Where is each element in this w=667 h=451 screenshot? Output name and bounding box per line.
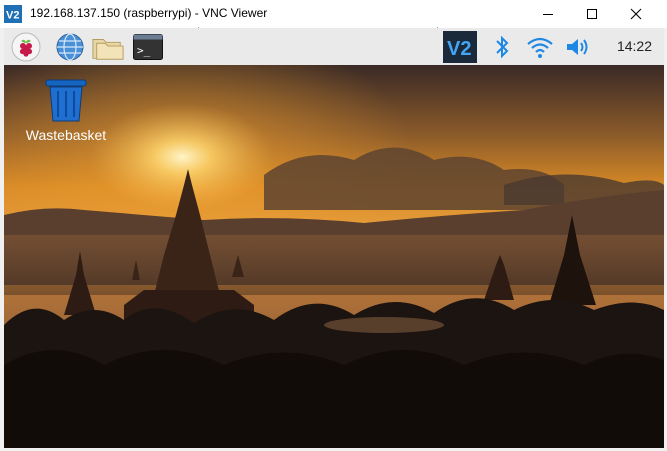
volume-icon[interactable] (562, 31, 594, 63)
window-frame-left (0, 28, 4, 451)
file-manager-icon[interactable] (92, 31, 124, 63)
svg-text:V2: V2 (6, 10, 19, 22)
close-icon (630, 8, 642, 20)
maximize-icon (587, 9, 597, 19)
panel-clock[interactable]: 14:22 (617, 38, 652, 54)
close-button[interactable] (613, 0, 659, 28)
window-title: 192.168.137.150 (raspberrypi) - VNC View… (30, 6, 268, 20)
raspberry-pi-taskbar: >_ V2 14:22 (4, 28, 664, 65)
vnc-viewer-logo-icon: V2 (4, 5, 22, 23)
temple-sunset-wallpaper (4, 65, 664, 448)
desktop[interactable]: Wastebasket (4, 65, 664, 448)
raspberry-menu-icon[interactable] (10, 31, 42, 63)
wastebasket-label: Wastebasket (25, 127, 107, 143)
trash-icon (45, 79, 87, 122)
maximize-button[interactable] (569, 0, 615, 28)
web-browser-icon[interactable] (54, 31, 86, 63)
svg-text:V2: V2 (447, 38, 471, 60)
minimize-button[interactable] (525, 0, 571, 28)
bluetooth-icon[interactable] (486, 31, 518, 63)
vnc-server-icon[interactable]: V2 (442, 31, 478, 63)
svg-text:>_: >_ (137, 44, 151, 57)
minimize-icon (543, 14, 553, 15)
wifi-icon[interactable] (524, 31, 556, 63)
window-titlebar[interactable]: V2 192.168.137.150 (raspberrypi) - VNC V… (0, 0, 667, 28)
terminal-icon[interactable]: >_ (132, 31, 164, 63)
